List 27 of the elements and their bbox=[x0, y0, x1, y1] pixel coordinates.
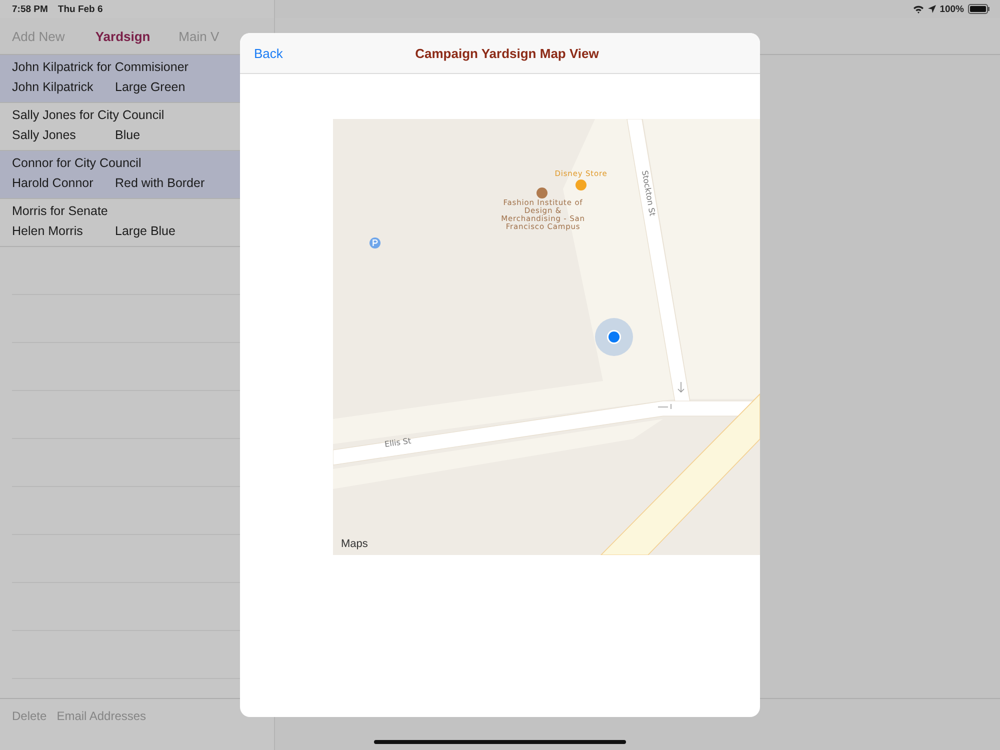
parking-icon bbox=[370, 238, 380, 248]
row-sign-type: Blue bbox=[115, 128, 140, 142]
street-label: Stockton St bbox=[640, 170, 657, 217]
wifi-icon bbox=[912, 4, 924, 14]
row-sign-type: Large Blue bbox=[115, 224, 176, 238]
nav-tab[interactable]: Yardsign bbox=[95, 28, 179, 44]
maps-attribution: Maps bbox=[341, 538, 368, 550]
modal-title: Campaign Yardsign Map View bbox=[414, 46, 600, 60]
row-title: Morris for Senate bbox=[12, 204, 108, 218]
row-sign-type: Red with Border bbox=[115, 176, 205, 190]
battery-icon bbox=[968, 4, 990, 14]
row-name: Harold Connor bbox=[12, 176, 94, 190]
battery-percent: 100% bbox=[940, 4, 964, 14]
store-icon bbox=[576, 180, 586, 190]
status-time: 7:58 PM bbox=[12, 4, 48, 14]
row-title: Connor for City Council bbox=[12, 156, 142, 170]
street-label: Ellis St bbox=[384, 436, 412, 449]
row-name: John Kilpatrick bbox=[12, 80, 94, 94]
status-date: Thu Feb 6 bbox=[58, 4, 103, 14]
school-icon bbox=[536, 188, 548, 198]
row-title: Sally Jones for City Council bbox=[12, 108, 164, 122]
row-title: John Kilpatrick for Commisioner bbox=[12, 60, 188, 74]
location-dot-icon bbox=[595, 318, 633, 356]
row-sign-type: Large Green bbox=[115, 80, 186, 94]
row-name: Sally Jones bbox=[12, 128, 77, 142]
row-name: Helen Morris bbox=[12, 224, 84, 238]
location-icon bbox=[928, 5, 936, 13]
